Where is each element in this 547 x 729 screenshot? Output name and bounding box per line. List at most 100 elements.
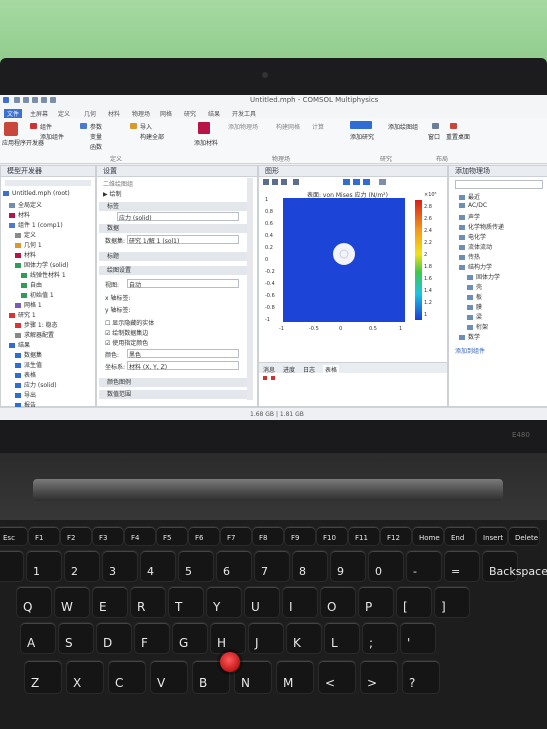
keyboard-key[interactable]: J (248, 622, 284, 654)
tree-item[interactable]: 网格 1 (15, 300, 42, 309)
tree-item[interactable]: 研究 1 (9, 310, 36, 319)
keyboard-key[interactable]: Y (206, 586, 242, 618)
screenshot-icon[interactable] (379, 179, 386, 185)
keyboard-key[interactable]: Q (16, 586, 52, 618)
keyboard-key[interactable]: P (358, 586, 394, 618)
open-file-icon[interactable] (23, 97, 29, 103)
keyboard-key[interactable]: F6 (188, 526, 220, 546)
tree-item[interactable]: 材料 (9, 210, 30, 219)
physics-item[interactable]: 结构力学 (459, 262, 492, 271)
keyboard-key[interactable]: F9 (284, 526, 316, 546)
tree-item[interactable]: 几何 1 (15, 240, 42, 249)
add-study-button[interactable]: 添加研究 (350, 132, 374, 141)
keyboard-key[interactable]: 7 (254, 550, 290, 582)
keyboard-key[interactable]: L (324, 622, 360, 654)
physics-item[interactable]: 流体流动 (459, 242, 492, 251)
keyboard-key[interactable]: Z (24, 660, 62, 694)
plot-dataset-edges-checkbox[interactable]: ☑ 绘制数据集边 (105, 328, 148, 337)
keyboard-key[interactable]: A (20, 622, 56, 654)
add-material-icon[interactable] (198, 122, 210, 134)
physics-search-input[interactable] (455, 180, 543, 189)
zoom-out-icon[interactable] (272, 179, 278, 185)
tree-item[interactable]: 组件 1 (comp1) (9, 220, 63, 229)
keyboard-key[interactable]: F4 (124, 526, 156, 546)
keyboard-key[interactable]: F5 (156, 526, 188, 546)
section-plot-settings[interactable]: 绘图设置 (99, 266, 253, 275)
tree-item[interactable]: 定义 (15, 230, 36, 239)
tab-table[interactable]: 表格 (323, 365, 340, 374)
keyboard-key[interactable]: F7 (220, 526, 252, 546)
save-icon[interactable] (32, 97, 38, 103)
keyboard-key[interactable]: Backspace (482, 550, 547, 582)
app-builder-button[interactable]: 应用程序开发器 (2, 138, 44, 147)
redo-icon[interactable] (50, 97, 56, 103)
keyboard-key[interactable]: ` (0, 550, 24, 582)
build-mesh-button[interactable]: 构建网格 (276, 122, 300, 131)
add-material-button[interactable]: 添加材料 (194, 138, 218, 147)
menu-mesh[interactable]: 网格 (160, 109, 172, 118)
table-toolbar-icon-1[interactable] (263, 376, 267, 380)
keyboard-key[interactable]: F10 (316, 526, 348, 546)
keyboard-key[interactable]: 0 (368, 550, 404, 582)
tree-item[interactable]: 自由 (21, 280, 42, 289)
keyboard-key[interactable]: 6 (216, 550, 252, 582)
physics-item[interactable]: 传热 (459, 252, 480, 261)
keyboard-key[interactable]: F2 (60, 526, 92, 546)
keyboard-key[interactable]: F11 (348, 526, 380, 546)
tree-item[interactable]: 步骤 1: 稳态 (15, 320, 58, 329)
trackpoint[interactable] (220, 652, 240, 672)
keyboard-key[interactable]: G (172, 622, 208, 654)
keyboard-key[interactable]: V (150, 660, 188, 694)
section-color-legend[interactable]: 颜色图例 (99, 378, 253, 387)
build-all-button[interactable]: 构建全部 (140, 132, 164, 141)
keyboard-key[interactable]: 1 (26, 550, 62, 582)
keyboard-key[interactable]: Home (412, 526, 444, 546)
physics-item[interactable]: 固体力学 (467, 272, 500, 281)
keyboard-key[interactable]: - (406, 550, 442, 582)
keyboard-key[interactable]: E (92, 586, 128, 618)
keyboard-key[interactable]: X (66, 660, 104, 694)
functions-button[interactable]: 函数 (90, 142, 102, 151)
keyboard-key[interactable]: < (318, 660, 356, 694)
tree-item[interactable]: 结果 (9, 340, 30, 349)
table-toolbar-icon-2[interactable] (271, 376, 275, 380)
component-button[interactable]: 组件 (40, 122, 52, 131)
menu-developer[interactable]: 开发工具 (232, 109, 256, 118)
specified-color-checkbox[interactable]: ☑ 使用指定颜色 (105, 338, 148, 347)
keyboard-key[interactable]: K (286, 622, 322, 654)
windows-button[interactable]: 窗口 (428, 132, 440, 141)
keyboard-key[interactable]: U (244, 586, 280, 618)
add-to-component-button[interactable]: 添加到组件 (455, 346, 485, 355)
keyboard-key[interactable]: 4 (140, 550, 176, 582)
keyboard-key[interactable]: C (108, 660, 146, 694)
app-builder-icon[interactable] (4, 122, 18, 136)
parameters-button[interactable]: 参数 (90, 122, 102, 131)
axis-icon[interactable] (363, 179, 370, 185)
keyboard-key[interactable]: D (96, 622, 132, 654)
zoom-extents-icon[interactable] (293, 179, 299, 185)
keyboard-key[interactable]: ] (434, 586, 470, 618)
physics-item[interactable]: 声学 (459, 212, 480, 221)
keyboard-key[interactable]: ? (402, 660, 440, 694)
keyboard-key[interactable]: S (58, 622, 94, 654)
physics-item[interactable]: 壳 (467, 282, 482, 291)
keyboard-key[interactable]: 2 (64, 550, 100, 582)
add-physics-button[interactable]: 添加物理场 (228, 122, 258, 131)
tree-item[interactable]: Untitled.mph (root) (3, 190, 70, 197)
tab-log[interactable]: 日志 (303, 365, 315, 374)
keyboard-key[interactable]: Insert (476, 526, 508, 546)
section-label[interactable]: 标签 (99, 202, 253, 211)
section-title[interactable]: 标题 (99, 252, 253, 261)
keyboard-key[interactable]: Esc (0, 526, 28, 546)
tree-item[interactable]: 线弹性材料 1 (21, 270, 66, 279)
tree-item[interactable]: 固体力学 (solid) (15, 260, 69, 269)
keyboard-key[interactable]: 5 (178, 550, 214, 582)
keyboard-key[interactable]: O (320, 586, 356, 618)
physics-item[interactable]: AC/DC (459, 202, 487, 209)
keyboard-key[interactable]: ; (362, 622, 398, 654)
keyboard-key[interactable]: F1 (28, 526, 60, 546)
view-icon[interactable] (343, 179, 350, 185)
tab-messages[interactable]: 消息 (263, 365, 275, 374)
keyboard-key[interactable]: = (444, 550, 480, 582)
keyboard-key[interactable]: Delete (508, 526, 540, 546)
